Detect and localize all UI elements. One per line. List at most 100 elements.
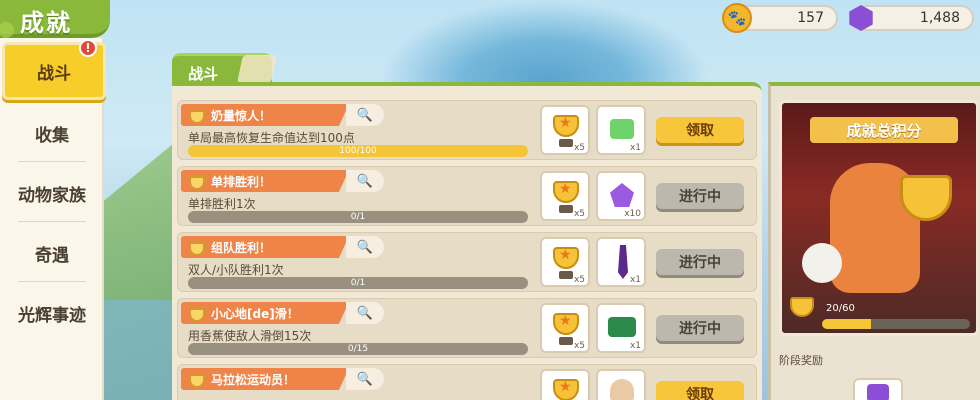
gem-icon [867,384,889,400]
progress-text: 100/100 [339,146,377,156]
background-temple [380,0,710,90]
header-banner: 成就 [0,0,110,38]
gem-icon [846,3,876,33]
reward-item-slot[interactable] [596,369,646,400]
sidebar-item-label: 收集 [35,125,69,146]
progress-text: 0/1 [350,278,366,288]
sidebar-item-collect[interactable]: 收集 [0,104,104,162]
achievement-title-text: 组队胜利！ [211,241,272,255]
reward-item-slot[interactable]: x1 [596,105,646,155]
shirt-icon [608,317,636,337]
trophy-icon [189,308,205,322]
reward-item-slot[interactable]: x10 [596,171,646,221]
reward-item-slot[interactable]: x1 [596,303,646,353]
achievement-row: 马拉松运动员！ 🔍 领取 [177,364,757,400]
reward-quantity: x5 [573,143,585,153]
paw-decoration-icon [0,22,14,38]
in-progress-button[interactable]: 进行中 [656,183,744,209]
achievement-description: 双人/小队胜利1次 [188,263,284,277]
progress-bar: 0/1 [188,211,528,223]
trophy-icon [553,313,579,335]
in-progress-button[interactable]: 进行中 [656,315,744,341]
achievement-title: 组队胜利！ [181,236,349,258]
trophy-icon [790,297,814,317]
progress-bar: 0/15 [188,343,528,355]
reward-quantity: x5 [573,209,585,219]
score-title: 成就总积分 [810,117,958,143]
achievement-row: 小心地[de]滑！ 🔍 用香蕉使敌人滑倒15次 0/15 x5 x1 进行中 [177,298,757,358]
page-title: 成就 [20,9,72,37]
achievement-title-text: 马拉松运动员！ [211,373,296,387]
reward-trophy-slot[interactable]: x5 [540,237,590,287]
reward-quantity: x10 [624,209,641,219]
sidebar: 战斗 ! 收集 动物家族 奇遇 光辉事迹 [0,38,106,400]
paw-currency-value: 157 [797,10,824,26]
trophy-icon [189,176,205,190]
reward-quantity: x5 [573,275,585,285]
score-panel: 成就总积分 20/60 阶段奖励 [768,82,980,400]
achievement-row: 单排胜利！ 🔍 单排胜利1次 0/1 x5 x10 进行中 [177,166,757,226]
reward-trophy-slot[interactable]: x5 [540,105,590,155]
score-progress-text: 20/60 [826,303,855,314]
achievement-list: 奶量惊人！ 🔍 单局最高恢复生命值达到100点 100/100 x5 x1 领取… [172,82,762,400]
reward-trophy-slot[interactable]: x5 [540,171,590,221]
search-icon[interactable]: 🔍 [346,104,384,126]
search-icon[interactable]: 🔍 [346,302,384,324]
achievement-title: 单排胜利！ [181,170,349,192]
progress-text: 0/1 [350,212,366,222]
sidebar-item-glory[interactable]: 光辉事迹 [0,284,104,342]
helmet-icon [610,379,634,400]
sidebar-item-label: 奇遇 [35,245,69,266]
search-icon[interactable]: 🔍 [346,170,384,192]
achievement-title: 奶量惊人！ [181,104,349,126]
trophy-icon [189,242,205,256]
achievement-description: 单排胜利1次 [188,197,256,211]
trophy-icon [553,379,579,400]
sidebar-item-adventure[interactable]: 奇遇 [0,224,104,282]
reward-item-slot[interactable]: x1 [596,237,646,287]
achievement-description: 用香蕉使敌人滑倒15次 [188,329,312,343]
score-card: 成就总积分 20/60 [779,100,979,336]
score-progress-bar [822,319,970,329]
sidebar-item-animal-family[interactable]: 动物家族 [0,164,104,222]
reward-trophy-slot[interactable] [540,369,590,400]
gem-currency-value: 1,488 [919,10,960,26]
claim-button[interactable]: 领取 [656,117,744,143]
claim-button[interactable]: 领取 [656,381,744,400]
search-icon[interactable]: 🔍 [346,236,384,258]
trophy-icon [189,374,205,388]
trophy-icon [553,247,579,269]
sidebar-item-label: 光辉事迹 [18,305,86,326]
stage-reward-label: 阶段奖励 [779,354,823,367]
progress-bar: 0/1 [188,277,528,289]
trophy-icon [553,115,579,137]
achievement-row: 奶量惊人！ 🔍 单局最高恢复生命值达到100点 100/100 x5 x1 领取 [177,100,757,160]
shirt-icon [610,119,634,139]
background-water [100,300,180,400]
achievement-description: 单局最高恢复生命值达到100点 [188,131,355,145]
fox-tail [802,243,842,283]
tab-decoration [237,55,277,83]
paw-icon: 🐾 [722,3,752,33]
trophy-icon [900,175,952,221]
trophy-icon [189,110,205,124]
tie-icon [618,245,628,279]
reward-quantity: x1 [629,143,641,153]
reward-trophy-slot[interactable]: x5 [540,303,590,353]
sidebar-item-battle[interactable]: 战斗 ! [2,39,106,100]
progress-text: 0/15 [347,344,369,354]
alert-badge: ! [79,39,97,57]
sidebar-item-label: 动物家族 [18,185,86,206]
search-icon[interactable]: 🔍 [346,368,384,390]
stage-reward-slot[interactable] [853,378,903,400]
in-progress-button[interactable]: 进行中 [656,249,744,275]
progress-bar: 100/100 [188,145,528,157]
sidebar-item-label: 战斗 [37,63,71,84]
trophy-icon [553,181,579,203]
score-progress-fill [822,319,872,329]
achievement-title-text: 单排胜利！ [211,175,272,189]
reward-quantity: x1 [629,275,641,285]
achievement-title-text: 小心地[de]滑！ [211,307,299,321]
reward-quantity: x1 [629,341,641,351]
achievement-title: 马拉松运动员！ [181,368,349,390]
